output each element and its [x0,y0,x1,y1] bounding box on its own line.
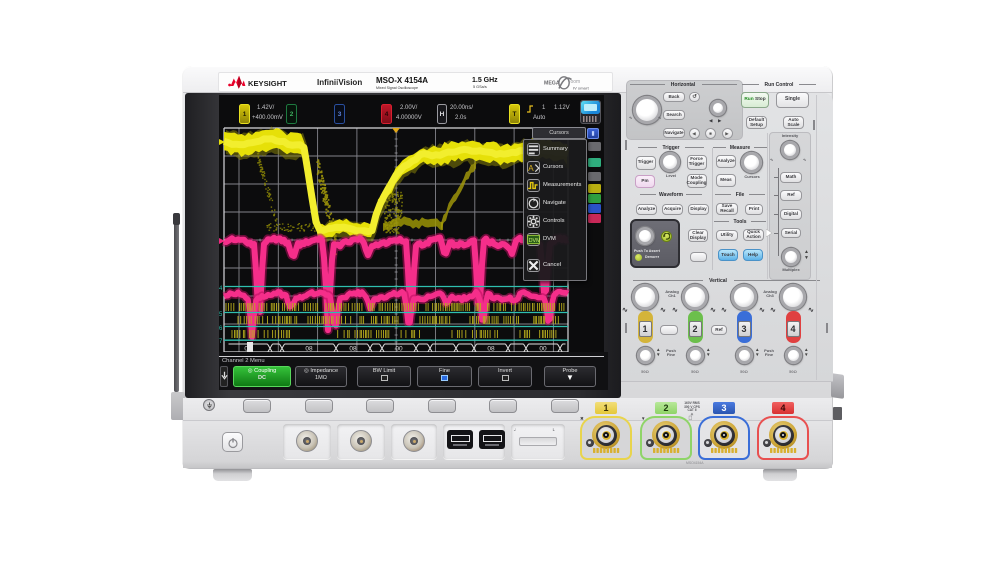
svg-text:KEYSIGHT: KEYSIGHT [248,79,287,88]
svg-text:4: 4 [219,286,223,292]
svg-text:MEGA: MEGA [544,80,560,86]
svg-text:A: A [528,164,534,173]
svg-text:DVM: DVM [529,238,540,244]
svg-text:6: 6 [219,326,223,332]
svg-text:5: 5 [219,312,223,318]
svg-text:IV smart: IV smart [573,86,589,91]
svg-text:7: 7 [219,339,223,345]
svg-text:oom: oom [571,79,581,85]
